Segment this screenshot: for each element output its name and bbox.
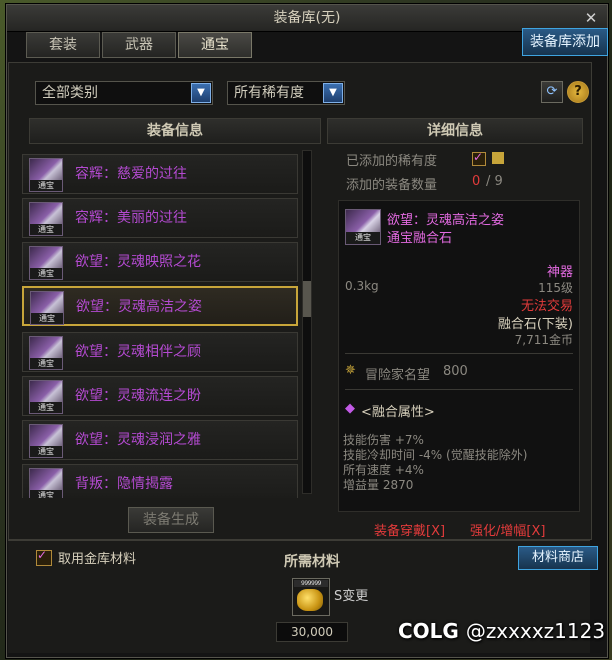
chevron-down-icon[interactable]: ▼: [323, 83, 343, 103]
material-count: 999999: [294, 580, 328, 587]
rarity-checkbox[interactable]: [472, 150, 486, 166]
refresh-icon[interactable]: ⟳: [541, 81, 563, 103]
item-price: 7,711金币: [514, 333, 573, 347]
fame-label: 冒险家名望: [365, 368, 431, 383]
list-item[interactable]: 通宝 容辉：慈爱的过往: [22, 154, 298, 194]
equipment-info-header: 装备信息: [29, 118, 321, 144]
item-title: 欲望：灵魂高洁之姿: [387, 213, 505, 228]
list-item[interactable]: 通宝 容辉：美丽的过往: [22, 198, 298, 238]
list-item-selected[interactable]: 通宝 欲望：灵魂高洁之姿: [22, 286, 298, 326]
tongbao-item-icon: 通宝: [29, 202, 63, 236]
divider: [345, 389, 573, 390]
list-item[interactable]: 通宝 欲望：灵魂映照之花: [22, 242, 298, 282]
stat-row: 技能冷却时间 -4% (觉醒技能除外): [343, 448, 528, 462]
equipment-list: 通宝 容辉：慈爱的过往 通宝 容辉：美丽的过往 通宝 欲望：灵魂映照之花 通宝 …: [22, 146, 298, 498]
item-level: 115级: [538, 281, 573, 295]
stat-row: 技能伤害 +7%: [343, 433, 424, 447]
gold-coin-icon: [297, 589, 323, 611]
list-item[interactable]: 通宝 背叛：隐情揭露: [22, 464, 298, 498]
window-title: 装备库(无): [273, 10, 341, 26]
item-name: 欲望：灵魂相伴之顾: [75, 344, 201, 360]
item-name: 欲望：灵魂浸润之雅: [75, 432, 201, 448]
item-trade: 无法交易: [520, 299, 573, 314]
fusion-stats: 技能伤害 +7% 技能冷却时间 -4% (觉醒技能除外) 所有速度 +4% 增益…: [343, 433, 527, 493]
stat-row: 增益量 2870: [343, 478, 414, 492]
close-icon[interactable]: ✕: [581, 8, 601, 28]
watermark: COLG @zxxxxz1123: [398, 619, 605, 643]
selected-item-icon: 通宝: [345, 209, 381, 245]
scrollbar-thumb[interactable]: [303, 281, 311, 317]
equip-link[interactable]: 装备穿戴[X]: [374, 520, 445, 539]
divider: [345, 353, 573, 354]
fusion-title: <融合属性>: [361, 405, 435, 420]
generate-equipment-button[interactable]: 装备生成: [128, 507, 214, 533]
tab-set[interactable]: 套装: [26, 32, 100, 58]
material-slot[interactable]: 999999: [292, 578, 330, 616]
tab-weapon[interactable]: 武器: [102, 32, 176, 58]
item-name: 背叛：隐情揭露: [75, 476, 173, 492]
fame-value: 800: [443, 364, 468, 379]
item-name: 欲望：灵魂高洁之姿: [76, 299, 202, 315]
item-name: 容辉：慈爱的过往: [75, 166, 187, 182]
vault-add-button[interactable]: 装备库添加: [522, 28, 608, 56]
rarity-color-swatch: [492, 152, 504, 164]
tongbao-item-icon: 通宝: [29, 424, 63, 458]
tongbao-item-icon: 通宝: [29, 380, 63, 414]
added-count-label: 添加的装备数量: [346, 178, 438, 193]
added-max: / 9: [486, 174, 503, 189]
item-weight: 0.3kg: [345, 279, 379, 293]
upgrade-link[interactable]: 强化/增幅[X]: [470, 520, 545, 539]
diamond-icon: ◆: [345, 401, 355, 416]
item-name: 容辉：美丽的过往: [75, 210, 187, 226]
chevron-down-icon[interactable]: ▼: [191, 83, 211, 103]
tongbao-item-icon: 通宝: [29, 158, 63, 192]
use-vault-label: 取用金库材料: [58, 552, 137, 567]
window-titlebar[interactable]: 装备库(无) ✕: [7, 5, 607, 32]
tongbao-item-icon: 通宝: [29, 336, 63, 370]
list-item[interactable]: 通宝 欲望：灵魂流连之盼: [22, 376, 298, 416]
item-name: 欲望：灵魂映照之花: [75, 254, 201, 270]
help-icon[interactable]: ?: [567, 81, 589, 103]
category-dropdown[interactable]: 全部类别 ▼: [35, 81, 213, 105]
category-dropdown-value: 全部类别: [42, 85, 98, 101]
rarity-dropdown[interactable]: 所有稀有度 ▼: [227, 81, 345, 105]
added-count: 0: [472, 174, 481, 189]
item-name: 欲望：灵魂流连之盼: [75, 388, 201, 404]
tongbao-item-icon: 通宝: [29, 468, 63, 498]
list-item[interactable]: 通宝 欲望：灵魂浸润之雅: [22, 420, 298, 460]
watermark-user: @zxxxxz1123: [465, 619, 606, 643]
item-type: 通宝融合石: [387, 231, 453, 246]
list-scrollbar[interactable]: [302, 150, 312, 494]
use-vault-checkbox[interactable]: [36, 548, 52, 566]
rarity-dropdown-value: 所有稀有度: [234, 85, 304, 101]
material-name: S变更: [334, 589, 369, 604]
fame-icon: ✵: [345, 363, 356, 378]
tongbao-item-icon: 通宝: [29, 246, 63, 280]
added-rarity-label: 已添加的稀有度: [346, 154, 438, 169]
tab-tongbao[interactable]: 通宝: [178, 32, 252, 58]
stat-row: 所有速度 +4%: [343, 463, 424, 477]
tongbao-item-icon: 通宝: [30, 291, 64, 325]
item-rarity: 神器: [546, 265, 573, 280]
item-slot: 融合石(下装): [497, 317, 573, 332]
required-materials-title: 所需材料: [284, 554, 340, 570]
material-amount: 30,000: [276, 622, 348, 642]
list-item[interactable]: 通宝 欲望：灵魂相伴之顾: [22, 332, 298, 372]
item-detail-card: 通宝 欲望：灵魂高洁之姿 通宝融合石 神器 0.3kg 115级 无法交易 融合…: [338, 200, 580, 512]
material-shop-button[interactable]: 材料商店: [518, 546, 598, 570]
watermark-brand: COLG: [398, 619, 459, 643]
